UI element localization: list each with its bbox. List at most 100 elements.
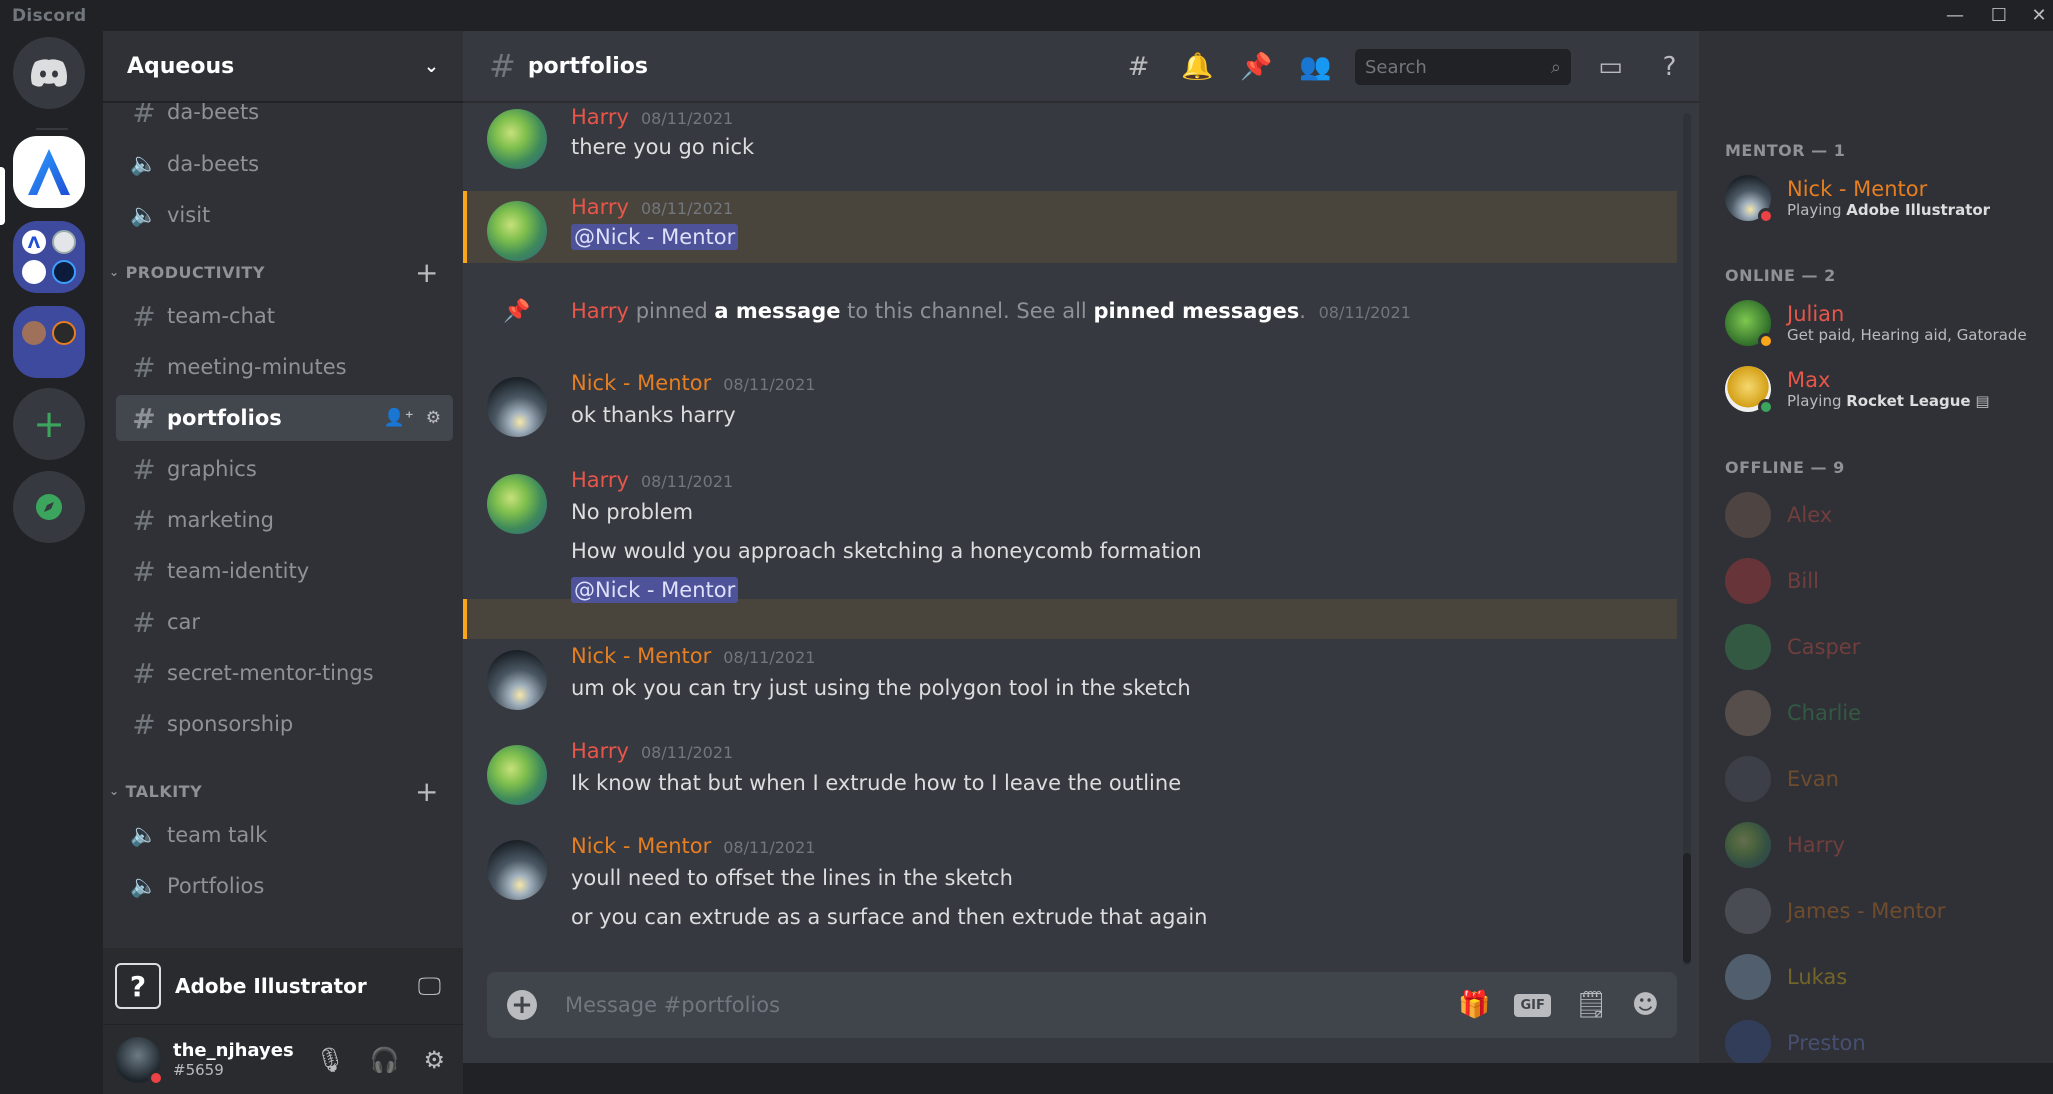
avatar[interactable] bbox=[487, 650, 547, 710]
pin-icon[interactable]: 📌 bbox=[1227, 52, 1286, 82]
channel-partial[interactable]: # da-beets bbox=[116, 103, 453, 135]
scrollbar-thumb[interactable] bbox=[1683, 853, 1691, 963]
category-productivity[interactable]: ⌄ PRODUCTIVITY + bbox=[109, 256, 449, 289]
channel-sponsorship[interactable]: # sponsorship bbox=[116, 701, 453, 747]
channel-name: team talk bbox=[167, 823, 268, 847]
message-scrollbar[interactable] bbox=[1683, 113, 1691, 965]
pin-icon: 📌 bbox=[503, 299, 531, 324]
member-item[interactable]: Max Playing Rocket League ▤ bbox=[1725, 364, 2045, 415]
member-item[interactable]: Harry bbox=[1725, 820, 2045, 870]
create-channel-icon[interactable]: + bbox=[415, 775, 439, 808]
sticker-icon[interactable]: 🗒 bbox=[1575, 990, 1608, 1020]
close-button[interactable]: ✕ bbox=[2017, 0, 2053, 31]
member-item[interactable]: Charlie bbox=[1725, 688, 2045, 738]
upload-plus-icon[interactable]: + bbox=[507, 990, 537, 1020]
message-author[interactable]: Harry bbox=[571, 105, 629, 129]
explore-servers-button[interactable] bbox=[13, 471, 85, 543]
avatar[interactable] bbox=[487, 109, 547, 169]
channel-secret-mentor-tings[interactable]: # secret-mentor-tings bbox=[116, 650, 453, 696]
server-folder-2[interactable] bbox=[13, 306, 85, 378]
message-text: No problem bbox=[571, 500, 694, 524]
channel-name: marketing bbox=[167, 508, 274, 532]
channel-car[interactable]: # car bbox=[116, 599, 453, 645]
member-name: Charlie bbox=[1787, 701, 1862, 725]
member-item[interactable]: Casper bbox=[1725, 622, 2045, 672]
member-item[interactable]: Bill bbox=[1725, 556, 2045, 606]
create-channel-icon[interactable]: + bbox=[415, 256, 439, 289]
pin-author[interactable]: Harry bbox=[571, 299, 629, 323]
server-folder-1[interactable]: Λ bbox=[13, 221, 85, 293]
message-input[interactable]: Message #portfolios bbox=[565, 993, 780, 1017]
message-author[interactable]: Nick - Mentor bbox=[571, 834, 711, 858]
channel-name: visit bbox=[167, 203, 211, 227]
gift-icon[interactable]: 🎁 bbox=[1458, 990, 1490, 1020]
plus-icon: + bbox=[33, 402, 65, 446]
member-item[interactable]: Preston bbox=[1725, 1018, 2045, 1063]
voice-channel-visit[interactable]: 🔈 visit bbox=[116, 192, 453, 238]
avatar bbox=[1725, 300, 1774, 349]
help-icon[interactable]: ? bbox=[1640, 52, 1699, 82]
pin-text: to this channel. See all bbox=[847, 299, 1087, 323]
search-input[interactable]: Search ⌕ bbox=[1355, 49, 1571, 85]
add-server-button[interactable]: + bbox=[13, 388, 85, 460]
message-composer[interactable]: + Message #portfolios 🎁 GIF 🗒 ☻ bbox=[487, 972, 1677, 1038]
message-author[interactable]: Nick - Mentor bbox=[571, 371, 711, 395]
channel-team-chat[interactable]: # team-chat bbox=[116, 293, 453, 339]
threads-icon[interactable]: # bbox=[1109, 52, 1168, 82]
screen-share-icon[interactable]: 🖵 bbox=[418, 972, 441, 1000]
channel-team-identity[interactable]: # team-identity bbox=[116, 548, 453, 594]
server-aqueous[interactable] bbox=[13, 136, 85, 208]
member-name: Casper bbox=[1787, 635, 1861, 659]
pinned-messages-link[interactable]: pinned messages bbox=[1093, 299, 1299, 323]
guild-header[interactable]: Aqueous ⌄ bbox=[103, 31, 463, 103]
bell-icon[interactable]: 🔔 bbox=[1168, 52, 1227, 82]
locked-channel-icon: # bbox=[132, 656, 156, 690]
member-item[interactable]: James - Mentor bbox=[1725, 886, 2045, 936]
member-name: Nick - Mentor bbox=[1787, 177, 1928, 201]
category-talkity[interactable]: ⌄ TALKITY + bbox=[109, 775, 449, 808]
member-item[interactable]: Nick - Mentor Playing Adobe Illustrator bbox=[1725, 173, 2045, 224]
message-author[interactable]: Harry bbox=[571, 739, 629, 763]
maximize-button[interactable]: ☐ bbox=[1977, 0, 2021, 31]
pinned-message-link[interactable]: a message bbox=[714, 299, 840, 323]
member-group-header: OFFLINE — 9 bbox=[1725, 458, 1845, 477]
voice-channel-portfolios[interactable]: 🔈 Portfolios bbox=[116, 863, 453, 909]
gear-icon[interactable]: ⚙ bbox=[423, 1046, 445, 1074]
user-mention[interactable]: @Nick - Mentor bbox=[571, 224, 739, 250]
message-author[interactable]: Harry bbox=[571, 468, 629, 492]
emoji-icon[interactable]: ☻ bbox=[1632, 990, 1659, 1020]
channel-portfolios[interactable]: # portfolios 👤⁺ ⚙ bbox=[116, 395, 453, 441]
avatar[interactable] bbox=[487, 840, 547, 900]
avatar[interactable] bbox=[487, 201, 547, 261]
member-item[interactable]: Evan bbox=[1725, 754, 2045, 804]
invite-icon[interactable]: 👤⁺ bbox=[384, 408, 414, 428]
message-author[interactable]: Nick - Mentor bbox=[571, 644, 711, 668]
status-text: Get paid, Hearing aid, Gatorade bbox=[1787, 326, 2027, 344]
voice-channel-da-beets[interactable]: 🔈 da-beets bbox=[116, 141, 453, 187]
user-mention[interactable]: @Nick - Mentor bbox=[571, 577, 739, 603]
gear-icon[interactable]: ⚙ bbox=[426, 408, 441, 428]
avatar[interactable] bbox=[115, 1036, 164, 1086]
member-item[interactable]: Lukas bbox=[1725, 952, 2045, 1002]
member-item[interactable]: Alex bbox=[1725, 490, 2045, 540]
avatar[interactable] bbox=[487, 745, 547, 805]
microphone-icon[interactable]: 🎙 bbox=[315, 1046, 345, 1074]
gif-button[interactable]: GIF bbox=[1514, 993, 1551, 1017]
headphones-icon[interactable]: 🎧 bbox=[370, 1046, 400, 1074]
guild-name: Aqueous bbox=[127, 53, 235, 79]
member-list-icon[interactable]: 👥 bbox=[1286, 52, 1345, 82]
avatar[interactable] bbox=[487, 377, 547, 437]
message-author[interactable]: Harry bbox=[571, 195, 629, 219]
channel-graphics[interactable]: # graphics bbox=[116, 446, 453, 492]
channel-marketing[interactable]: # marketing bbox=[116, 497, 453, 543]
member-item[interactable]: Julian Get paid, Hearing aid, Gatorade bbox=[1725, 298, 2045, 349]
compass-icon bbox=[36, 494, 62, 520]
idle-status-icon bbox=[1758, 333, 1774, 349]
voice-channel-team-talk[interactable]: 🔈 team talk bbox=[116, 812, 453, 858]
inbox-icon[interactable]: ▭ bbox=[1581, 52, 1640, 82]
channel-meeting-minutes[interactable]: # meeting-minutes bbox=[116, 344, 453, 390]
home-button[interactable] bbox=[13, 37, 85, 109]
minimize-button[interactable]: — bbox=[1933, 0, 1977, 31]
avatar[interactable] bbox=[487, 474, 547, 534]
avatar bbox=[1725, 690, 1771, 736]
